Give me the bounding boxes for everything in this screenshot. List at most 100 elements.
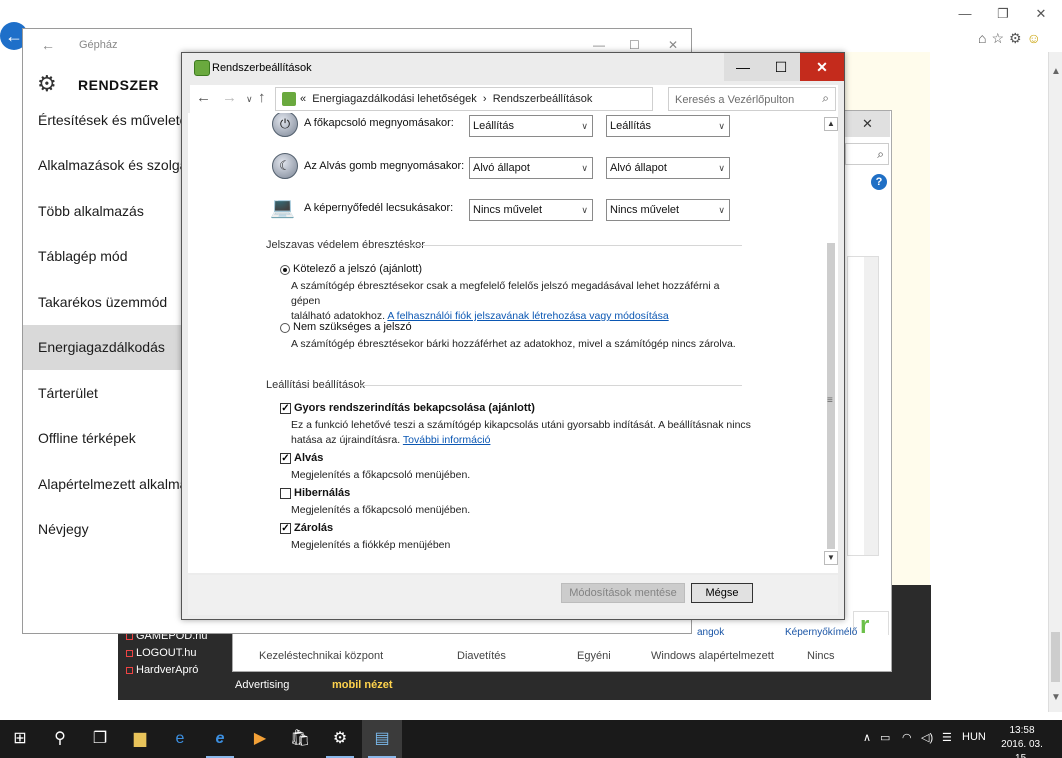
power-button-battery-select[interactable]: Leállítás ∨ <box>469 115 593 137</box>
browser-close-button[interactable]: ✕ <box>1022 0 1060 28</box>
star-icon[interactable]: ☆ <box>991 30 1004 47</box>
hibernate-desc: Megjelenítés a főkapcsoló menüjében. <box>291 504 471 516</box>
theme-default[interactable]: Windows alapértelmezett <box>651 650 774 662</box>
nav-item-about[interactable]: Névjegy <box>23 507 183 553</box>
settings-maximize-button[interactable]: ☐ <box>629 38 640 52</box>
fast-startup-checkbox[interactable]: ✓ <box>280 403 291 414</box>
minimize-button[interactable]: — <box>724 53 762 81</box>
sleep-label[interactable]: Alvás <box>294 452 323 464</box>
edge-icon[interactable]: e <box>160 720 200 758</box>
password-not-required-radio[interactable] <box>280 323 290 333</box>
chevron-down-icon: ∨ <box>581 163 588 173</box>
breadcrumb-system-settings[interactable]: Rendszerbeállítások <box>493 93 593 105</box>
volume-icon[interactable]: ◁) <box>921 731 933 744</box>
theme-custom[interactable]: Egyéni <box>577 650 611 662</box>
nav-item-power[interactable]: Energiagazdálkodás <box>23 324 183 370</box>
forward-arrow-icon[interactable]: → <box>222 89 237 106</box>
wifi-icon[interactable]: ◠ <box>902 731 912 744</box>
nav-item-offline-maps[interactable]: Offline térképek <box>23 416 183 462</box>
content-scrollbar[interactable]: ▲ ≡ ▼ <box>824 117 838 567</box>
more-info-link[interactable]: További információ <box>403 434 491 446</box>
show-hidden-icons-icon[interactable]: ∧ <box>863 731 871 744</box>
address-bar[interactable]: « Energiagazdálkodási lehetőségek › Rend… <box>275 87 725 111</box>
nav-item-tablet-mode[interactable]: Táblagép mód <box>23 234 183 280</box>
scroll-down-icon[interactable]: ▼ <box>1049 692 1062 703</box>
sleep-checkbox[interactable]: ✓ <box>280 453 291 464</box>
power-button-plugged-select[interactable]: Leállítás ∨ <box>606 115 730 137</box>
task-view-icon[interactable]: ❐ <box>80 720 120 758</box>
recent-locations-icon[interactable]: ∨ <box>246 94 253 105</box>
action-center-icon[interactable]: ☰ <box>942 731 952 744</box>
address-bar-row: ← → ∨ ↑ « Energiagazdálkodási lehetősége… <box>190 85 838 113</box>
internet-explorer-icon[interactable]: e <box>200 720 240 758</box>
hibernate-label[interactable]: Hibernálás <box>294 487 350 499</box>
browser-toolbar: ⌂ ☆ ⚙ ☺ <box>978 28 1062 48</box>
nav-item-storage[interactable]: Tárterület <box>23 370 183 416</box>
close-button[interactable]: ✕ <box>800 53 844 81</box>
home-icon[interactable]: ⌂ <box>978 30 986 46</box>
mobile-view-link[interactable]: mobil nézet <box>332 679 393 691</box>
media-player-icon[interactable]: ▶ <box>240 720 280 758</box>
input-language[interactable]: HUN <box>962 731 986 743</box>
lock-checkbox[interactable]: ✓ <box>280 523 291 534</box>
start-button-icon[interactable]: ⊞ <box>0 720 40 758</box>
control-panel-close-button[interactable]: ✕ <box>845 111 890 137</box>
fast-startup-label[interactable]: Gyors rendszerindítás bekapcsolása (aján… <box>294 402 535 414</box>
help-icon[interactable]: ? <box>871 174 887 190</box>
search-icon[interactable]: ⚲ <box>40 720 80 758</box>
password-not-required-label[interactable]: Nem szükséges a jelszó <box>293 321 412 333</box>
settings-minimize-button[interactable]: — <box>593 38 605 52</box>
nav-item-default-apps[interactable]: Alapértelmezett alkalmazások <box>23 461 183 507</box>
webpage-scrollbar[interactable]: ▲ ▼ <box>1048 52 1062 712</box>
browser-minimize-button[interactable]: — <box>946 0 984 28</box>
window-titlebar[interactable]: Rendszerbeállítások — ☐ ✕ <box>182 53 844 83</box>
scrollbar-thumb[interactable] <box>1051 632 1060 682</box>
scroll-up-icon[interactable]: ▲ <box>1049 66 1062 77</box>
save-changes-button[interactable]: Módosítások mentése <box>561 583 685 603</box>
up-arrow-icon[interactable]: ↑ <box>258 89 266 106</box>
lid-plugged-select[interactable]: Nincs művelet ∨ <box>606 199 730 221</box>
lid-battery-select[interactable]: Nincs művelet ∨ <box>469 199 593 221</box>
scroll-down-icon[interactable]: ▼ <box>824 551 838 565</box>
control-panel-footer: Kezeléstechnikai központ Diavetítés Egyé… <box>233 627 891 671</box>
hibernate-checkbox[interactable] <box>280 488 291 499</box>
back-arrow-icon[interactable]: ← <box>41 37 55 53</box>
file-explorer-icon[interactable]: ▆ <box>120 720 160 758</box>
theme-slideshow[interactable]: Diavetítés <box>457 650 506 662</box>
nav-item-apps[interactable]: Alkalmazások és szolgáltatások <box>23 143 183 189</box>
advertising-link[interactable]: Advertising <box>235 679 289 691</box>
smiley-icon[interactable]: ☺ <box>1027 30 1041 46</box>
create-password-link[interactable]: A felhasználói fiók jelszavának létrehoz… <box>387 310 668 322</box>
theme-none[interactable]: Nincs <box>807 650 835 662</box>
nav-item-notifications[interactable]: Értesítések és műveletek <box>23 97 183 143</box>
breadcrumb-power-options[interactable]: Energiagazdálkodási lehetőségek <box>312 93 477 105</box>
gear-icon[interactable]: ⚙ <box>1009 30 1022 47</box>
sleep-button-plugged-select[interactable]: Alvó állapot ∨ <box>606 157 730 179</box>
store-icon[interactable]: 🛍 <box>280 720 320 758</box>
battery-icon[interactable]: ▭ <box>880 731 890 744</box>
control-panel-search[interactable]: ⌕ <box>845 143 889 165</box>
list-scrollbar[interactable] <box>864 257 878 555</box>
cancel-button[interactable]: Mégse <box>691 583 753 603</box>
nav-item-battery-saver[interactable]: Takarékos üzemmód <box>23 279 183 325</box>
control-panel-icon[interactable]: ▤ <box>362 720 402 758</box>
password-required-radio[interactable] <box>280 265 290 275</box>
footer-link[interactable]: LOGOUT.hu <box>126 645 208 662</box>
password-required-label[interactable]: Kötelező a jelszó (ajánlott) <box>293 263 422 275</box>
sleep-button-battery-select[interactable]: Alvó állapot ∨ <box>469 157 593 179</box>
clock[interactable]: 13:58 2016. 03. 15. <box>996 724 1048 758</box>
browser-maximize-button[interactable]: ❐ <box>984 0 1022 28</box>
scroll-up-icon[interactable]: ▲ <box>824 117 838 131</box>
settings-gear-icon[interactable]: ⚙ <box>320 720 360 758</box>
sounds-link[interactable]: angok <box>697 627 724 638</box>
footer-link[interactable]: HardverApró <box>126 662 208 679</box>
screensaver-link[interactable]: Képernyőkímélő <box>785 627 857 638</box>
lock-label[interactable]: Zárolás <box>294 522 333 534</box>
nav-item-multitasking[interactable]: Több alkalmazás <box>23 188 183 234</box>
control-panel-list[interactable] <box>847 256 879 556</box>
search-field[interactable]: ⌕ <box>668 87 836 111</box>
back-arrow-icon[interactable]: ← <box>196 89 211 106</box>
maximize-button[interactable]: ☐ <box>762 53 800 81</box>
settings-close-button[interactable]: ✕ <box>668 38 678 52</box>
search-input[interactable] <box>675 92 810 107</box>
